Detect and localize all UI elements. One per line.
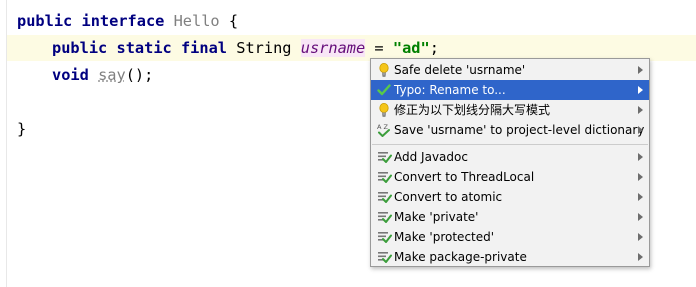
submenu-arrow-icon[interactable]: [638, 153, 643, 161]
code-line-5[interactable]: }: [17, 116, 26, 142]
submenu-arrow-icon[interactable]: [638, 193, 643, 201]
intention-icon: [378, 192, 392, 203]
menu-item-label: Save 'usrname' to project-level dictiona…: [394, 123, 645, 137]
submenu-arrow-icon[interactable]: [638, 86, 643, 94]
menu-item-label: 修正为以下划线分隔大写模式: [394, 103, 551, 117]
menu-item-typo-rename[interactable]: Typo: Rename to...: [371, 80, 649, 100]
menu-item-label: Convert to ThreadLocal: [394, 170, 535, 184]
intention-icon: [378, 152, 392, 163]
keyword-public: public: [17, 12, 73, 30]
menu-item-underscore-upper[interactable]: 修正为以下划线分隔大写模式: [371, 100, 649, 120]
submenu-arrow-icon[interactable]: [638, 66, 643, 74]
intention-actions-popup[interactable]: Safe delete 'usrname' Typo: Rename to...…: [370, 58, 650, 267]
method-name: say: [98, 66, 126, 84]
field-name[interactable]: usrname: [300, 39, 366, 57]
menu-item-make-protected[interactable]: Make 'protected': [371, 227, 649, 247]
menu-item-safe-delete[interactable]: Safe delete 'usrname': [371, 60, 649, 80]
menu-item-label: Safe delete 'usrname': [394, 63, 526, 77]
method-parens: ();: [125, 66, 154, 84]
submenu-arrow-icon[interactable]: [638, 126, 643, 134]
keyword-interface: interface: [81, 12, 165, 30]
code-line-3[interactable]: void say();: [52, 62, 153, 88]
semicolon: ;: [429, 39, 439, 57]
intention-icon: [378, 252, 392, 263]
menu-item-label: Make package-private: [394, 250, 527, 264]
intention-icon: [378, 232, 392, 243]
intention-icon: [378, 172, 392, 183]
submenu-arrow-icon[interactable]: [638, 213, 643, 221]
string-literal: "ad": [392, 39, 430, 57]
keyword-void: void: [52, 66, 89, 84]
menu-item-convert-atomic[interactable]: Convert to atomic: [371, 187, 649, 207]
menu-item-label: Make 'private': [394, 210, 479, 224]
code-line-1[interactable]: public interface Hello {: [17, 8, 238, 34]
menu-item-add-javadoc[interactable]: Add Javadoc: [371, 147, 649, 167]
submenu-arrow-icon[interactable]: [638, 106, 643, 114]
keyword-final: final: [180, 39, 228, 57]
svg-text:A: A: [377, 123, 382, 131]
menu-item-label: Add Javadoc: [394, 150, 468, 164]
menu-item-label: Make 'protected': [394, 230, 495, 244]
menu-item-label: Convert to atomic: [394, 190, 503, 204]
submenu-arrow-icon[interactable]: [638, 173, 643, 181]
menu-item-make-package-private[interactable]: Make package-private: [371, 247, 649, 267]
check-icon: [377, 84, 391, 96]
submenu-arrow-icon[interactable]: [638, 233, 643, 241]
keyword-static: static: [116, 39, 172, 57]
bulb-icon: [379, 103, 389, 117]
keyword-public: public: [52, 39, 108, 57]
equals-sign: =: [374, 39, 384, 57]
intention-icon: [378, 212, 392, 223]
interface-name: Hello: [173, 12, 220, 30]
menu-item-label: Typo: Rename to...: [394, 83, 506, 97]
submenu-arrow-icon[interactable]: [638, 253, 643, 261]
menu-item-convert-threadlocal[interactable]: Convert to ThreadLocal: [371, 167, 649, 187]
open-brace: {: [228, 12, 239, 30]
menu-item-make-private[interactable]: Make 'private': [371, 207, 649, 227]
close-brace: }: [17, 120, 27, 138]
spellcheck-icon: AZ: [377, 123, 390, 137]
type-string: String: [236, 39, 292, 57]
menu-separator: [372, 144, 648, 145]
menu-item-save-dictionary[interactable]: AZ Save 'usrname' to project-level dicti…: [371, 120, 649, 140]
bulb-icon: [379, 63, 389, 77]
